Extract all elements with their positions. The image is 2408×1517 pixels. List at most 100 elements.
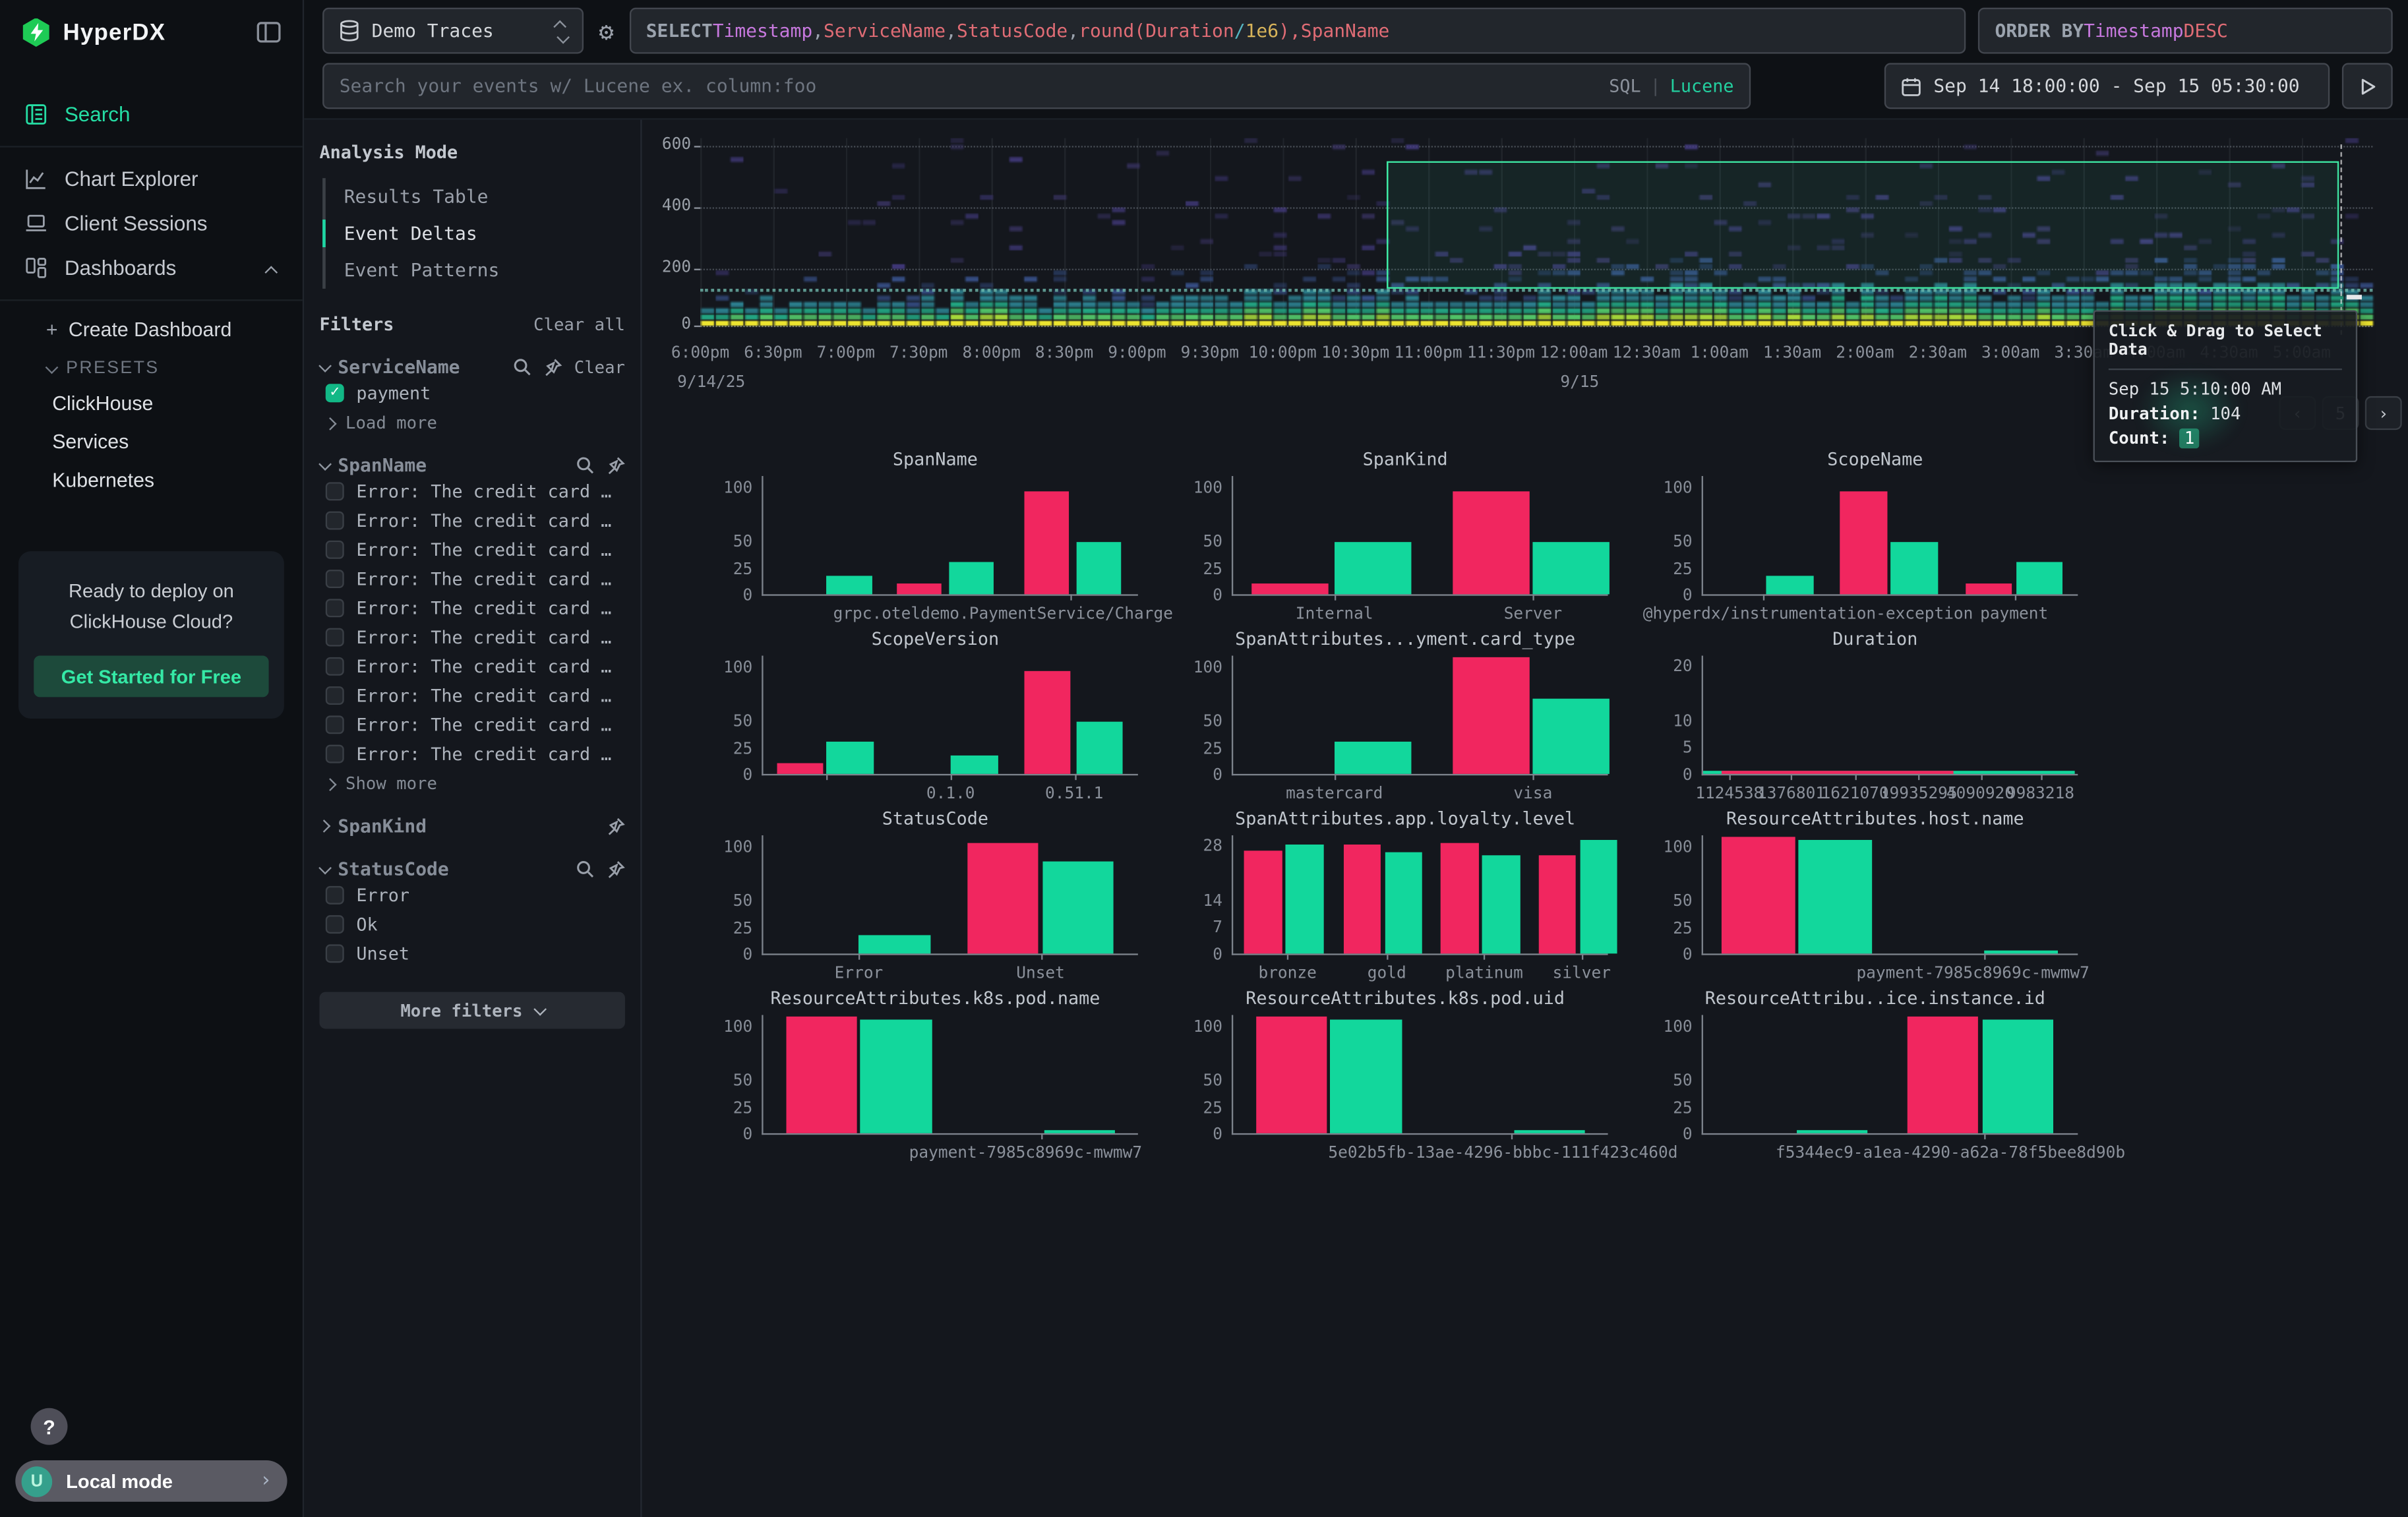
filter-option[interactable]: Error: The credit card (… — [319, 593, 624, 622]
checkbox[interactable] — [326, 744, 344, 762]
chevron-right-icon — [324, 417, 337, 430]
sidebar-item-services[interactable]: Services — [0, 423, 303, 461]
checkbox[interactable] — [326, 481, 344, 500]
calendar-icon — [1901, 76, 1921, 96]
x-axis-tick — [1074, 774, 1075, 780]
filter-option[interactable]: Error: The credit card (… — [319, 680, 624, 709]
filter-option[interactable]: Error — [319, 880, 624, 909]
checkbox[interactable] — [326, 569, 344, 587]
checkbox[interactable] — [326, 540, 344, 558]
checkbox[interactable] — [326, 943, 344, 962]
clickhouse-cloud-promo: Ready to deploy on ClickHouse Cloud? Get… — [18, 551, 284, 719]
sidebar-item-dashboards[interactable]: Dashboards — [0, 246, 303, 291]
filter-option[interactable]: Error: The credit card (… — [319, 535, 624, 564]
filter-option[interactable]: Error: The credit card (… — [319, 622, 624, 651]
sidebar-item-chart-explorer[interactable]: Chart Explorer — [0, 157, 303, 202]
x-axis-tick — [1288, 953, 1289, 959]
checkbox[interactable] — [326, 914, 344, 933]
filter-option[interactable]: Error: The credit card (… — [319, 651, 624, 680]
analysis-mode-event-patterns[interactable]: Event Patterns — [326, 252, 625, 289]
y-axis-label: 50 — [1640, 1072, 1692, 1090]
filter-option[interactable]: Error: The credit card (… — [319, 738, 624, 767]
filter-option-label: Unset — [356, 942, 409, 964]
filter-option[interactable]: Error: The credit card (… — [319, 505, 624, 534]
checkbox[interactable] — [326, 627, 344, 645]
checkbox[interactable] — [326, 715, 344, 733]
local-mode-button[interactable]: U Local mode › — [15, 1460, 287, 1502]
filter-option-label: payment — [356, 382, 431, 403]
create-dashboard-button[interactable]: + Create Dashboard — [0, 310, 303, 347]
checkbox[interactable] — [326, 510, 344, 529]
filter-option[interactable]: Ok — [319, 909, 624, 938]
filter-option[interactable]: Error: The credit card (… — [319, 564, 624, 593]
filter-option-label: Error: The credit card (… — [356, 538, 614, 560]
help-button[interactable]: ? — [31, 1408, 68, 1445]
filter-option[interactable]: Unset — [319, 938, 624, 967]
pin-icon[interactable] — [607, 817, 625, 835]
x-axis-tick — [951, 774, 952, 780]
gear-icon[interactable]: ⚙ — [596, 16, 617, 45]
x-axis-tick — [1730, 774, 1731, 780]
pin-icon[interactable] — [543, 358, 562, 376]
duration-heatmap: Click & Drag to Select Data Sep 15 5:10:… — [642, 138, 2408, 440]
source-select[interactable]: Demo Traces — [322, 8, 584, 54]
filter-group-header[interactable]: StatusCode — [319, 858, 624, 880]
pin-icon[interactable] — [607, 456, 625, 475]
y-axis-label: 5 — [1640, 739, 1692, 758]
filter-groups: ServiceNameClear ✓ payment Load more SpanNam… — [319, 356, 624, 967]
more-filters-button[interactable]: More filters — [319, 992, 624, 1029]
x-axis-label: Error — [835, 965, 884, 983]
x-axis-label: Internal — [1296, 605, 1373, 624]
sql-token: , — [946, 20, 957, 42]
orderby-input[interactable]: ORDER BY Timestamp DESC — [1978, 8, 2393, 54]
search-input[interactable]: Search your events w/ Lucene ex. column:… — [322, 63, 1751, 109]
run-query-button[interactable] — [2342, 63, 2393, 109]
search-icon[interactable] — [576, 860, 594, 878]
pin-icon[interactable] — [607, 860, 625, 878]
drag-handle[interactable] — [2347, 295, 2362, 299]
x-axis-label: 0.51.1 — [1045, 785, 1103, 803]
presets-toggle[interactable]: PRESETS — [0, 347, 303, 384]
filter-group-header[interactable]: SpanName — [319, 454, 624, 476]
sidebar-item-client-sessions[interactable]: Client Sessions — [0, 201, 303, 246]
lucene-mode-toggle[interactable]: Lucene — [1670, 75, 1734, 97]
x-axis-label: 2:00am — [1836, 344, 1894, 363]
checkbox[interactable] — [326, 686, 344, 704]
sidebar-item-kubernetes[interactable]: Kubernetes — [0, 461, 303, 499]
clear-filter-button[interactable]: Clear — [574, 357, 625, 377]
checkbox[interactable] — [326, 598, 344, 616]
mini-chart-title: ScopeVersion — [700, 628, 1170, 651]
analysis-mode-results-table[interactable]: Results Table — [326, 178, 625, 215]
sql-mode-toggle[interactable]: SQL — [1609, 75, 1640, 97]
user-avatar: U — [22, 1466, 53, 1497]
date-range-picker[interactable]: Sep 14 18:00:00 - Sep 15 05:30:00 — [1884, 63, 2330, 109]
next-page-button[interactable]: › — [2365, 396, 2402, 430]
x-axis-label: 9983218 — [2006, 785, 2074, 803]
analysis-mode-event-deltas[interactable]: Event Deltas — [326, 215, 625, 252]
filter-option[interactable]: ✓ payment — [319, 378, 624, 407]
x-axis-label: payment — [1980, 605, 2048, 624]
sidebar-collapse-icon[interactable] — [256, 22, 281, 44]
filter-group-StatusCode: StatusCodeErrorOk Unset — [319, 858, 624, 967]
checkbox[interactable]: ✓ — [326, 383, 344, 402]
sidebar-item-clickhouse[interactable]: ClickHouse — [0, 384, 303, 422]
filter-option[interactable]: Error: The credit card (… — [319, 709, 624, 738]
search-icon[interactable] — [513, 358, 531, 376]
filter-option[interactable]: Error: The credit card (… — [319, 476, 624, 505]
filter-show-more[interactable]: Show more — [319, 768, 624, 794]
filter-group-name: SpanName — [338, 454, 427, 476]
checkbox[interactable] — [326, 885, 344, 904]
sql-select-input[interactable]: SELECT Timestamp, ServiceName, StatusCod… — [629, 8, 1966, 54]
get-started-button[interactable]: Get Started for Free — [34, 656, 268, 698]
sidebar-item-search[interactable]: Search — [0, 92, 303, 137]
bar — [1076, 721, 1123, 774]
clear-all-button[interactable]: Clear all — [533, 314, 625, 334]
date-label: 9/15 — [1560, 373, 1599, 392]
filter-group-header[interactable]: SpanKind — [319, 816, 624, 837]
chevron-right-icon — [324, 777, 337, 790]
checkbox[interactable] — [326, 657, 344, 675]
search-icon[interactable] — [576, 456, 594, 475]
filter-load-more[interactable]: Load more — [319, 407, 624, 433]
filter-group-header[interactable]: ServiceNameClear — [319, 356, 624, 378]
filter-option-label: Error: The credit card (… — [356, 568, 614, 589]
